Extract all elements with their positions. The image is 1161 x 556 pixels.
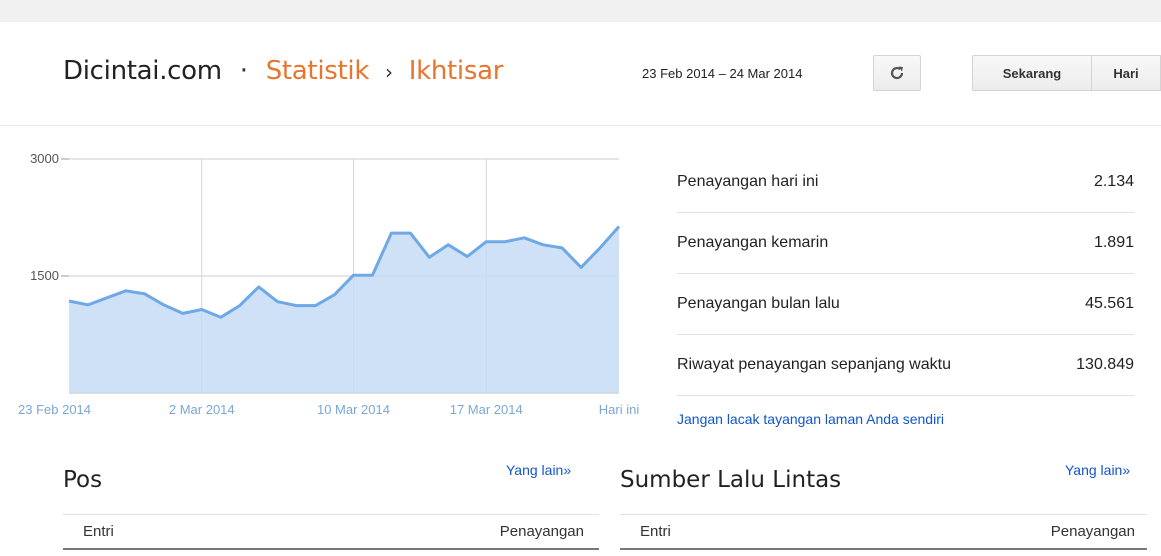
column-header-entry[interactable]: Entri xyxy=(640,523,671,540)
stat-value: 2.134 xyxy=(1093,173,1134,190)
stat-value: 45.561 xyxy=(1085,295,1134,312)
y-tick-label: 3000 xyxy=(30,151,59,166)
column-header-views[interactable]: Penayangan xyxy=(1051,523,1135,540)
top-bar xyxy=(0,0,1161,22)
x-tick-label: 17 Mar 2014 xyxy=(450,402,523,417)
column-header-views[interactable]: Penayangan xyxy=(500,523,584,540)
stat-value: 1.891 xyxy=(1093,234,1134,251)
x-tick-label: 10 Mar 2014 xyxy=(317,402,390,417)
title-separator: · xyxy=(239,56,248,86)
views-chart: 3000 1500 23 Feb 2014 2 Mar 2014 10 Mar 2014… xyxy=(18,151,640,417)
column-header-entry[interactable]: Entri xyxy=(83,523,114,540)
breadcrumb-arrow: › xyxy=(385,60,393,84)
posts-more-link[interactable]: Yang lain» xyxy=(506,462,571,478)
date-range: 23 Feb 2014 – 24 Mar 2014 xyxy=(642,66,803,81)
stat-label: Riwayat penayangan sepanjang waktu xyxy=(677,356,951,373)
header-divider xyxy=(0,125,1161,126)
x-tick-label: 23 Feb 2014 xyxy=(18,402,91,417)
breadcrumb-statistik[interactable]: Statistik xyxy=(266,56,370,86)
x-tick-label: Hari ini xyxy=(599,402,640,417)
x-tick-label: 2 Mar 2014 xyxy=(169,402,235,417)
stat-row-today: Penayangan hari ini 2.134 xyxy=(677,152,1134,213)
stat-label: Penayangan bulan lalu xyxy=(677,295,840,312)
stats-panel: Penayangan hari ini 2.134 Penayangan kem… xyxy=(677,152,1134,396)
stat-row-all-time: Riwayat penayangan sepanjang waktu 130.8… xyxy=(677,335,1134,396)
refresh-icon xyxy=(890,66,904,80)
stat-value: 130.849 xyxy=(1076,356,1134,373)
page-title: Dicintai.com · Statistik › Ikhtisar xyxy=(63,56,503,86)
site-name[interactable]: Dicintai.com xyxy=(63,56,222,86)
stat-row-yesterday: Penayangan kemarin 1.891 xyxy=(677,213,1134,274)
stat-label: Penayangan kemarin xyxy=(677,234,829,251)
chart-area xyxy=(69,226,619,393)
posts-table-header: Entri Penayangan xyxy=(63,514,599,550)
day-button[interactable]: Hari xyxy=(1091,55,1161,91)
traffic-more-link[interactable]: Yang lain» xyxy=(1065,462,1130,478)
dont-track-link[interactable]: Jangan lacak tayangan laman Anda sendiri xyxy=(677,411,944,427)
stat-label: Penayangan hari ini xyxy=(677,173,819,190)
traffic-table-header: Entri Penayangan xyxy=(620,514,1147,550)
breadcrumb-ikhtisar: Ikhtisar xyxy=(408,56,504,86)
stat-row-last-month: Penayangan bulan lalu 45.561 xyxy=(677,274,1134,335)
y-tick-label: 1500 xyxy=(30,268,59,283)
posts-title: Pos xyxy=(63,467,103,493)
traffic-sources-title: Sumber Lalu Lintas xyxy=(620,467,842,493)
now-button[interactable]: Sekarang xyxy=(972,55,1092,91)
refresh-button[interactable] xyxy=(873,55,921,91)
